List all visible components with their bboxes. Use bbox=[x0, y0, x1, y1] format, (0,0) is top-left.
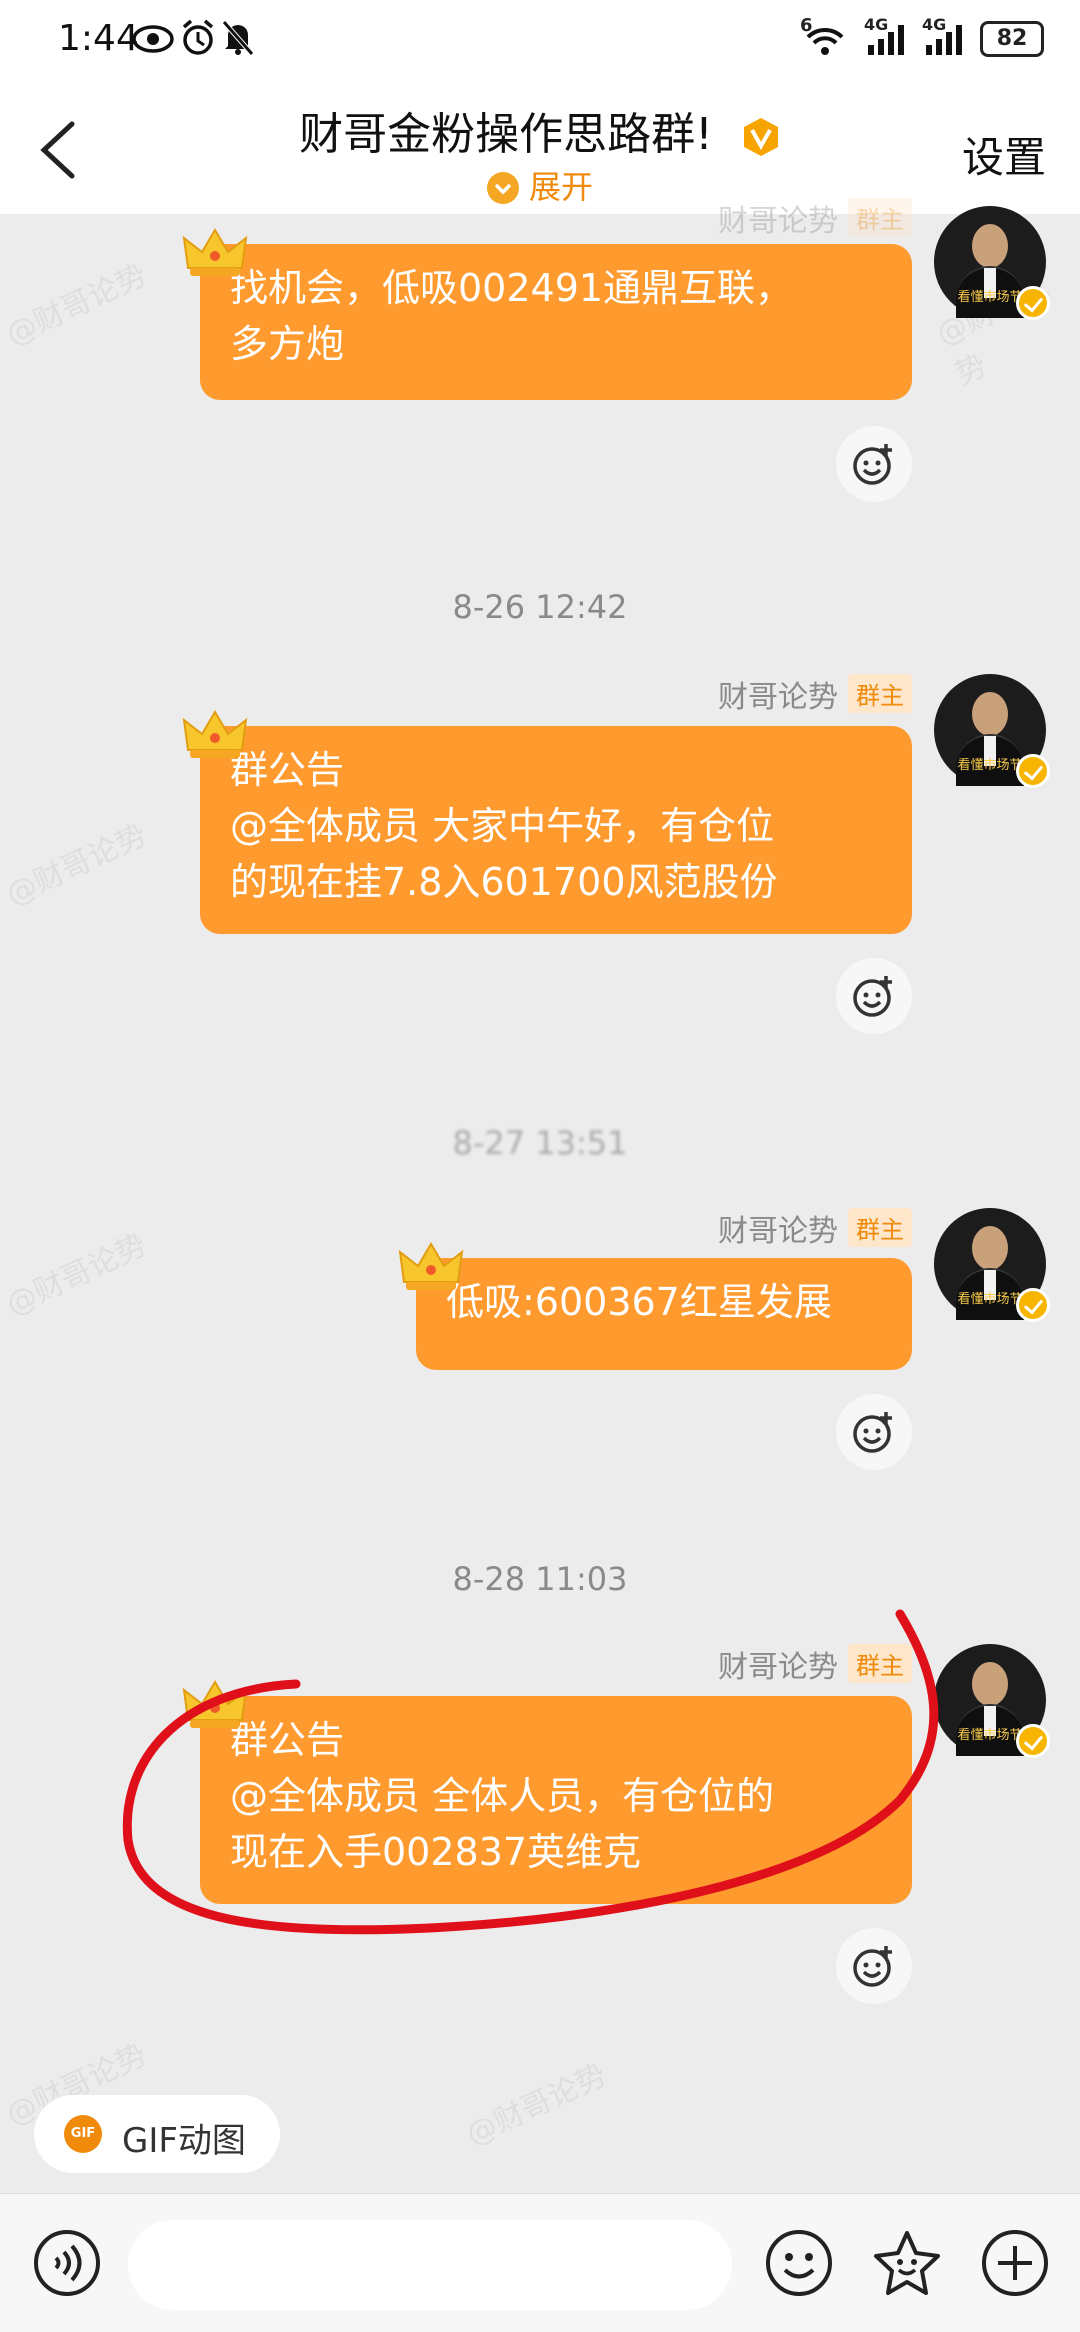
message-line: 找机会，低吸002491通鼎互联， bbox=[230, 266, 794, 310]
status-bar: 1:44 6 4G 4G 82 bbox=[0, 0, 1080, 80]
vip-badge-icon bbox=[743, 118, 778, 156]
emoji-plus-icon bbox=[853, 1412, 892, 1453]
watermark: @财哥论势 bbox=[1, 257, 152, 353]
expand-toggle[interactable]: 展开 bbox=[0, 162, 1080, 208]
message-sender: 财哥论势 群主 bbox=[718, 1206, 912, 1250]
timestamp: 8-28 11:03 bbox=[452, 1560, 628, 1598]
gif-label: GIF动图 bbox=[122, 2121, 246, 2161]
message-line: 低吸:600367红星发展 bbox=[446, 1280, 832, 1324]
message-line: 群公告 bbox=[230, 748, 345, 792]
wifi-icon: 6 bbox=[800, 15, 850, 59]
owner-badge: 群主 bbox=[848, 674, 912, 713]
gif-icon: GIF bbox=[64, 2115, 102, 2153]
message-sender: 财哥论势 群主 bbox=[718, 672, 912, 716]
owner-badge: 群主 bbox=[848, 1208, 912, 1247]
avatar[interactable]: 看懂市场节 bbox=[934, 1644, 1050, 1758]
watermark: @财哥论势 bbox=[1, 817, 152, 913]
message-bubble[interactable]: 低吸:600367红星发展 bbox=[416, 1258, 912, 1370]
settings-button[interactable]: 设置 bbox=[962, 124, 1046, 185]
emoji-icon[interactable] bbox=[764, 2228, 834, 2298]
verified-icon bbox=[1016, 1724, 1050, 1758]
message-sender: 财哥论势 群主 bbox=[718, 196, 912, 240]
signal-icon: 4G bbox=[922, 15, 966, 59]
message-line: 多方炮 bbox=[230, 322, 345, 366]
status-time: 1:44 bbox=[58, 18, 139, 59]
verified-icon bbox=[1016, 754, 1050, 788]
add-reaction-button[interactable] bbox=[836, 1394, 912, 1470]
voice-icon[interactable] bbox=[32, 2228, 102, 2298]
eye-icon bbox=[132, 25, 174, 53]
avatar[interactable]: 看懂市场节 bbox=[934, 674, 1050, 788]
message-line: @全体成员 全体人员，有仓位的 bbox=[230, 1774, 775, 1818]
add-reaction-button[interactable] bbox=[836, 426, 912, 502]
emoji-plus-icon bbox=[853, 444, 892, 485]
emoji-plus-icon bbox=[853, 976, 892, 1017]
add-reaction-button[interactable] bbox=[836, 958, 912, 1034]
expand-label: 展开 bbox=[528, 168, 593, 206]
verified-icon bbox=[1016, 1288, 1050, 1322]
message-line: 现在入手002837英维克 bbox=[230, 1830, 642, 1874]
gif-sticker-chip[interactable]: GIF GIF动图 bbox=[34, 2095, 280, 2173]
group-title-text: 财哥金粉操作思路群! bbox=[299, 109, 713, 160]
add-reaction-button[interactable] bbox=[836, 1928, 912, 2004]
message-line: @全体成员 大家中午好，有仓位 bbox=[230, 804, 775, 848]
chevron-down-icon bbox=[486, 172, 519, 204]
timestamp: 8-26 12:42 bbox=[452, 588, 628, 626]
message-input-bar bbox=[0, 2193, 1080, 2332]
chat-header: 财哥金粉操作思路群! 展开 设置 bbox=[0, 80, 1080, 214]
timestamp: 8-27 13:51 bbox=[452, 1124, 628, 1162]
verified-icon bbox=[1016, 286, 1050, 320]
emoji-plus-icon bbox=[853, 1946, 892, 1987]
status-right: 6 4G 4G 82 bbox=[800, 15, 1044, 60]
crown-icon bbox=[398, 1242, 464, 1290]
sender-name: 财哥论势 bbox=[718, 204, 838, 239]
avatar[interactable]: 看懂市场节 bbox=[934, 1208, 1050, 1322]
battery-indicator: 82 bbox=[980, 21, 1044, 57]
plus-icon[interactable] bbox=[980, 2228, 1050, 2298]
message-bubble[interactable]: 群公告 @全体成员 全体人员，有仓位的 现在入手002837英维克 bbox=[200, 1696, 912, 1904]
message-line: 群公告 bbox=[230, 1718, 345, 1762]
owner-badge: 群主 bbox=[848, 198, 912, 237]
sticker-icon[interactable] bbox=[872, 2228, 942, 2298]
sender-name: 财哥论势 bbox=[718, 680, 838, 715]
crown-icon bbox=[182, 710, 248, 758]
mute-icon bbox=[222, 20, 254, 56]
sender-name: 财哥论势 bbox=[718, 1214, 838, 1249]
message-bubble[interactable]: 群公告 @全体成员 大家中午好，有仓位 的现在挂7.8入601700风范股份 bbox=[200, 726, 912, 934]
crown-icon bbox=[182, 228, 248, 276]
message-line: 的现在挂7.8入601700风范股份 bbox=[230, 860, 778, 904]
group-title: 财哥金粉操作思路群! bbox=[0, 98, 1080, 162]
alarm-icon bbox=[182, 19, 214, 55]
watermark: @财哥论势 bbox=[1, 1227, 152, 1323]
avatar[interactable]: 看懂市场节 bbox=[934, 206, 1050, 320]
message-bubble[interactable]: 找机会，低吸002491通鼎互联， 多方炮 bbox=[200, 244, 912, 400]
crown-icon bbox=[182, 1680, 248, 1728]
message-sender: 财哥论势 群主 bbox=[718, 1642, 912, 1686]
sender-name: 财哥论势 bbox=[718, 1650, 838, 1685]
owner-badge: 群主 bbox=[848, 1644, 912, 1683]
signal-icon: 4G bbox=[864, 15, 908, 59]
message-text-input[interactable] bbox=[128, 2220, 732, 2310]
watermark: @财哥论势 bbox=[461, 2057, 612, 2153]
